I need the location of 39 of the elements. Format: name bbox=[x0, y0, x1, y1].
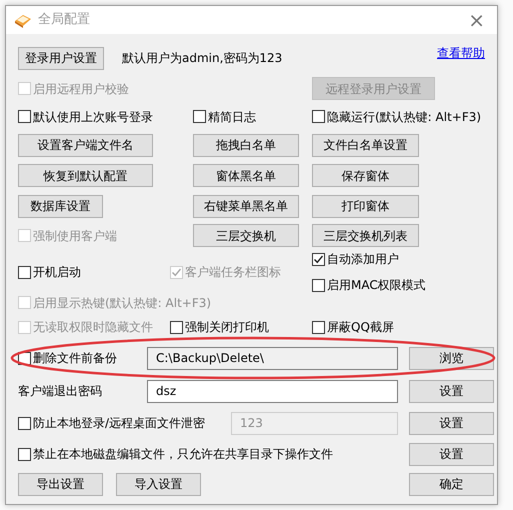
button[interactable]: 文件白名单设置 bbox=[312, 134, 419, 156]
checkbox[interactable]: 禁止在本地磁盘编辑文件，只允许在共享目录下操作文件 bbox=[18, 445, 409, 463]
checkbox[interactable]: 强制关闭打印机 bbox=[170, 318, 312, 336]
label-text: 默认用户为admin,密码为123 bbox=[122, 50, 282, 67]
checkbox[interactable]: 开机启动 bbox=[18, 263, 170, 281]
input-field[interactable]: dsz bbox=[147, 380, 398, 402]
button[interactable]: 数据库设置 bbox=[18, 194, 103, 218]
button[interactable]: 三层交换机 bbox=[193, 224, 299, 247]
button[interactable]: 拖拽白名单 bbox=[193, 134, 299, 156]
checkbox[interactable]: 精简日志 bbox=[193, 108, 312, 126]
app-icon bbox=[14, 12, 32, 28]
window-title: 全局配置 bbox=[38, 11, 90, 30]
button[interactable]: 打印窗体 bbox=[312, 194, 419, 218]
checkbox[interactable]: 防止本地登录/远程桌面文件泄密 bbox=[18, 414, 231, 432]
button[interactable]: 设置 bbox=[409, 412, 494, 434]
checkbox[interactable]: 默认使用上次账号登录 bbox=[18, 108, 193, 126]
input-field[interactable]: C:\Backup\Delete\ bbox=[147, 346, 398, 370]
button[interactable]: 设置客户端文件名 bbox=[18, 134, 153, 156]
button[interactable]: 保存窗体 bbox=[312, 164, 419, 187]
checkmark-icon bbox=[313, 254, 324, 264]
button[interactable]: 设置 bbox=[409, 442, 494, 466]
button[interactable]: 登录用户设置 bbox=[18, 46, 104, 70]
button[interactable]: 导出设置 bbox=[18, 472, 103, 496]
help-link[interactable]: 查看帮助 bbox=[437, 44, 485, 62]
button[interactable]: 右键菜单黑名单 bbox=[193, 194, 299, 218]
checkbox[interactable]: 自动添加用户 bbox=[312, 250, 497, 268]
button[interactable]: 确定 bbox=[409, 472, 494, 496]
button[interactable]: 导入设置 bbox=[116, 472, 201, 496]
checkbox[interactable]: 隐藏运行(默认热键: Alt+F3) bbox=[312, 108, 489, 126]
button[interactable]: 三层交换机列表 bbox=[312, 224, 419, 247]
checkbox[interactable]: 启用MAC权限模式 bbox=[312, 276, 497, 294]
checkbox[interactable]: 屏蔽QQ截屏 bbox=[312, 318, 497, 336]
label-text: 客户端退出密码 bbox=[18, 383, 103, 400]
close-button[interactable]: × bbox=[464, 10, 489, 30]
checkmark-icon bbox=[171, 266, 182, 278]
checkbox[interactable]: 删除文件前备份 bbox=[18, 349, 147, 367]
button[interactable]: 设置 bbox=[409, 380, 494, 402]
button[interactable]: 窗体黑名单 bbox=[193, 164, 299, 187]
button[interactable]: 恢复到默认配置 bbox=[18, 164, 153, 187]
